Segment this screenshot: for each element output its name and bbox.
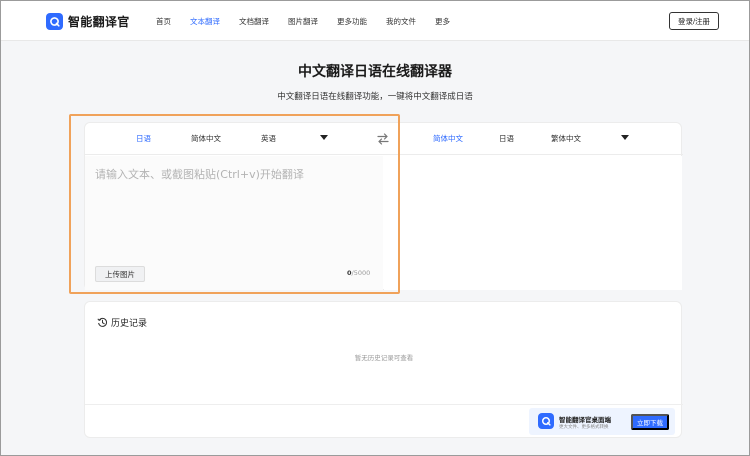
input-placeholder: 请输入文本、或截图粘贴(Ctrl+v)开始翻译 bbox=[95, 168, 304, 181]
nav-my-files[interactable]: 我的文件 bbox=[386, 16, 416, 27]
target-lang-japanese[interactable]: 日语 bbox=[499, 133, 514, 144]
history-card: 历史记录 暂无历史记录可查看 智能翻译官桌面端 更大文件、更多格式转换 立即下载 bbox=[84, 301, 683, 438]
desktop-app-icon bbox=[538, 413, 554, 429]
upload-image-button[interactable]: 上传图片 bbox=[95, 266, 145, 282]
source-text-input[interactable]: 请输入文本、或截图粘贴(Ctrl+v)开始翻译 上传图片 0/5000 bbox=[85, 156, 383, 290]
nav-home[interactable]: 首页 bbox=[156, 16, 171, 27]
source-lang-simplified-chinese[interactable]: 简体中文 bbox=[191, 133, 221, 144]
page-subtitle: 中文翻译日语在线翻译功能，一键将中文翻译成日语 bbox=[277, 92, 473, 102]
desktop-app-subtitle: 更大文件、更多格式转换 bbox=[559, 425, 609, 430]
swap-languages-icon[interactable] bbox=[376, 132, 390, 146]
history-divider bbox=[85, 404, 683, 405]
source-lang-english[interactable]: 英语 bbox=[261, 133, 276, 144]
top-header: 智能翻译官 首页 文本翻译 文档翻译 图片翻译 更多功能 我的文件 更多 登录/… bbox=[1, 1, 749, 41]
nav-text-translate[interactable]: 文本翻译 bbox=[190, 16, 220, 27]
nav-more[interactable]: 更多 bbox=[435, 16, 450, 27]
browser-frame: 智能翻译官 首页 文本翻译 文档翻译 图片翻译 更多功能 我的文件 更多 登录/… bbox=[1, 1, 749, 455]
translation-output bbox=[384, 156, 682, 290]
nav-doc-translate[interactable]: 文档翻译 bbox=[239, 16, 269, 27]
app-name: 智能翻译官 bbox=[68, 14, 130, 29]
desktop-download-banner: 智能翻译官桌面端 更大文件、更多格式转换 立即下载 bbox=[529, 408, 675, 435]
logo[interactable]: 智能翻译官 bbox=[46, 11, 130, 31]
download-now-button[interactable]: 立即下载 bbox=[631, 414, 669, 430]
char-limit: /5000 bbox=[351, 269, 371, 277]
source-lang-japanese[interactable]: 日语 bbox=[136, 133, 151, 144]
history-header: 历史记录 bbox=[97, 316, 147, 329]
target-lang-dropdown-icon[interactable] bbox=[621, 135, 629, 140]
translator-card: 日语 简体中文 英语 简体中文 日语 繁体中文 请输入文本、或截图粘贴(Ctrl… bbox=[84, 122, 683, 290]
nav-image-translate[interactable]: 图片翻译 bbox=[288, 16, 318, 27]
language-bar: 日语 简体中文 英语 简体中文 日语 繁体中文 bbox=[85, 123, 683, 155]
source-lang-dropdown-icon[interactable] bbox=[320, 135, 328, 140]
page-title: 中文翻译日语在线翻译器 bbox=[298, 64, 452, 80]
target-lang-simplified-chinese[interactable]: 简体中文 bbox=[433, 133, 463, 144]
desktop-app-title: 智能翻译官桌面端 bbox=[559, 416, 611, 424]
history-empty-text: 暂无历史记录可查看 bbox=[354, 354, 414, 362]
main-nav: 首页 文本翻译 文档翻译 图片翻译 更多功能 我的文件 更多 bbox=[156, 1, 469, 41]
nav-more-features[interactable]: 更多功能 bbox=[337, 16, 367, 27]
char-counter: 0/5000 bbox=[347, 269, 370, 277]
logo-icon bbox=[46, 12, 63, 30]
history-clock-icon bbox=[97, 317, 107, 327]
login-register-button[interactable]: 登录/注册 bbox=[669, 12, 719, 30]
history-title: 历史记录 bbox=[111, 319, 148, 329]
target-lang-traditional-chinese[interactable]: 繁体中文 bbox=[551, 133, 581, 144]
